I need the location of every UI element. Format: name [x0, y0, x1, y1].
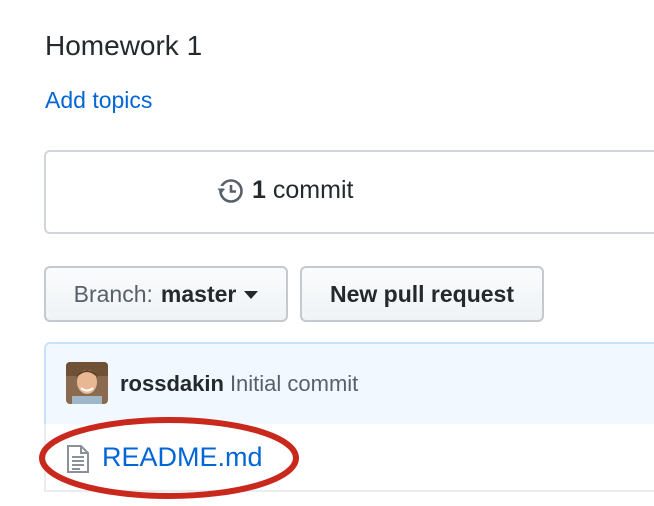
commits-label: commit	[272, 176, 354, 204]
add-topics-link[interactable]: Add topics	[45, 84, 152, 116]
history-icon	[217, 178, 243, 203]
file-row: README.md	[44, 424, 654, 492]
commits-link[interactable]: 1 commit	[216, 176, 353, 205]
commit-line: rossdakin Initial commit	[120, 370, 358, 398]
branch-prefix: Branch:	[73, 280, 153, 307]
commit-author[interactable]: rossdakin	[120, 370, 224, 398]
new-pull-request-button[interactable]: New pull request	[300, 266, 544, 322]
avatar-image	[66, 362, 108, 404]
file-name-link[interactable]: README.md	[102, 438, 263, 476]
commit-tease: rossdakin Initial commit	[44, 342, 654, 426]
numbers-summary: 1 commit	[44, 150, 654, 234]
caret-down-icon	[244, 291, 259, 299]
commits-count: 1	[252, 176, 266, 204]
file-text-icon	[67, 445, 89, 473]
avatar[interactable]	[66, 362, 108, 404]
branch-select-button[interactable]: Branch: master	[44, 266, 288, 322]
repo-page: Homework 1 Add topics 1 commit Branch: m…	[0, 0, 654, 506]
commit-message[interactable]: Initial commit	[230, 370, 358, 398]
branch-name: master	[160, 280, 237, 307]
repo-description: Homework 1	[45, 30, 203, 61]
